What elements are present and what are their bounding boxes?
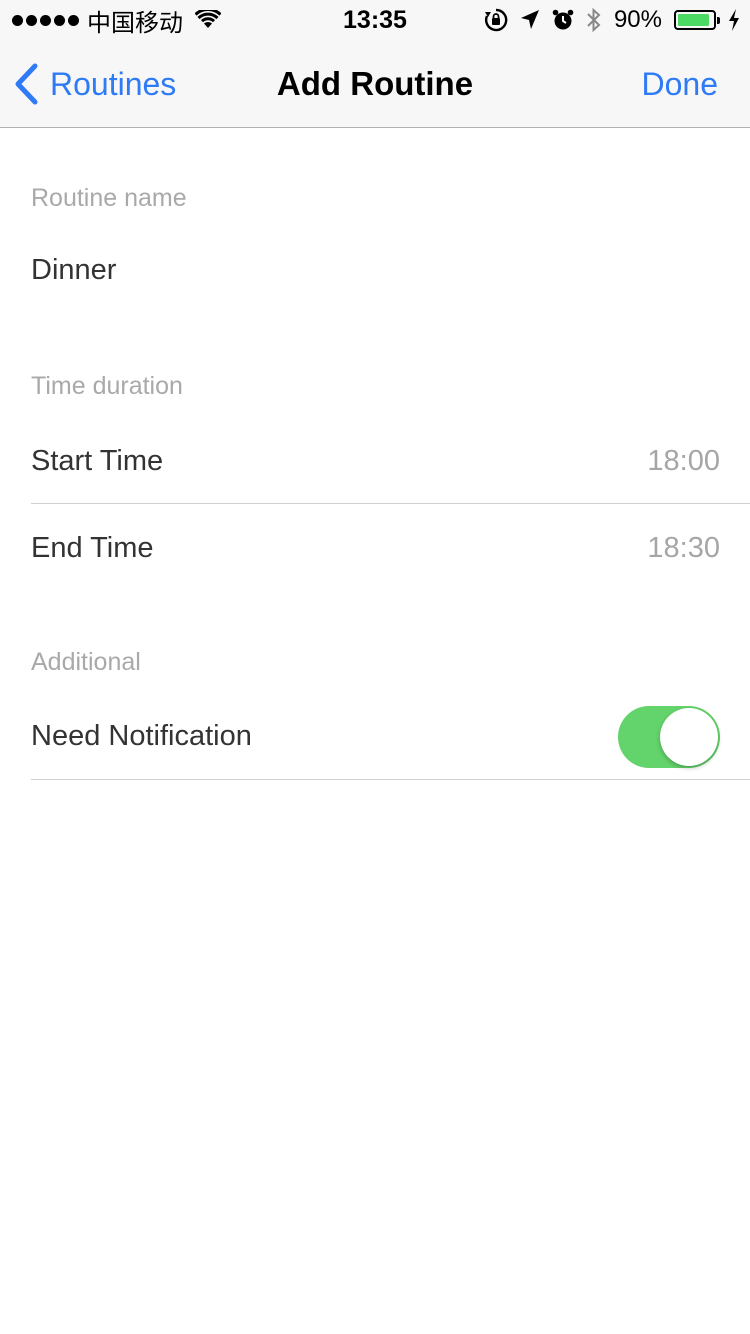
charging-icon <box>729 9 739 31</box>
status-bar: 中国移动 13:35 90% <box>0 0 750 40</box>
chevron-left-icon <box>15 63 38 105</box>
section-header-time-duration: Time duration <box>31 372 183 400</box>
bluetooth-icon <box>587 7 601 33</box>
rotation-lock-icon <box>484 8 508 32</box>
battery-icon <box>674 10 720 30</box>
section-header-additional: Additional <box>31 648 141 676</box>
done-button[interactable]: Done <box>642 62 719 106</box>
back-button[interactable]: Routines <box>14 62 176 106</box>
location-icon <box>520 10 539 29</box>
alarm-icon <box>552 9 574 30</box>
battery-percent: 90% <box>613 6 662 33</box>
end-time-row[interactable]: End Time 18:30 <box>31 504 750 592</box>
need-notification-row: Need Notification <box>31 694 750 780</box>
end-time-value: 18:30 <box>647 531 720 564</box>
start-time-row[interactable]: Start Time 18:00 <box>31 420 750 504</box>
need-notification-label: Need Notification <box>31 720 252 752</box>
routine-name-field[interactable]: Dinner <box>31 238 750 302</box>
status-right: 90% <box>484 6 740 34</box>
back-button-label: Routines <box>50 65 177 102</box>
section-header-routine-name: Routine name <box>31 184 187 212</box>
toggle-knob <box>660 707 718 766</box>
start-time-value: 18:00 <box>647 445 720 477</box>
need-notification-toggle[interactable] <box>618 705 720 768</box>
routine-name-value: Dinner <box>31 253 117 286</box>
start-time-label: Start Time <box>31 445 164 477</box>
end-time-label: End Time <box>31 531 154 564</box>
navigation-bar: Routines Add Routine Done <box>0 40 750 128</box>
battery-fill <box>678 14 709 26</box>
